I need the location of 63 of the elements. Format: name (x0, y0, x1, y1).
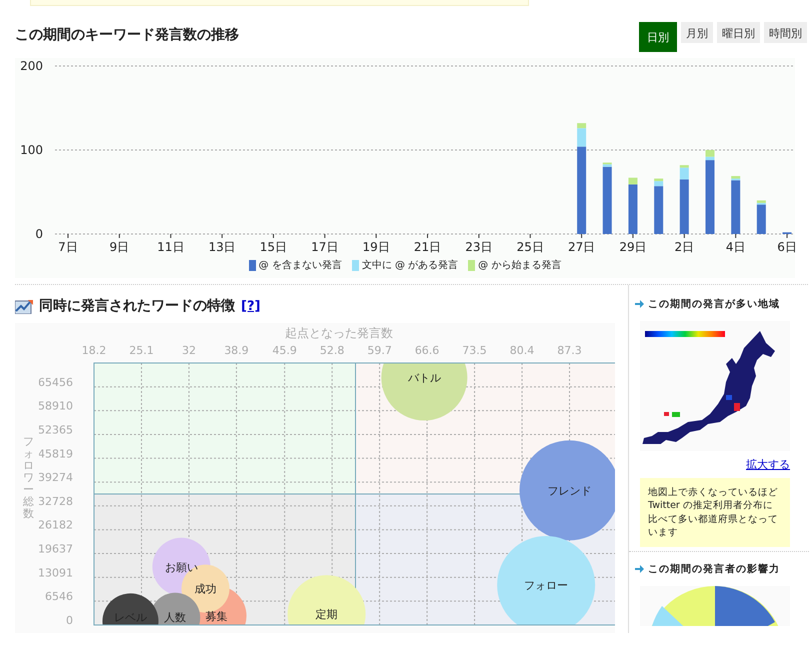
bubble-label: フレンド (548, 484, 592, 498)
axis-label: 4日 (726, 240, 746, 254)
axis-label: 9日 (110, 240, 130, 254)
period-tab[interactable]: 月別 (681, 22, 713, 43)
axis-label: 73.5 (462, 344, 487, 357)
axis-label: 59.7 (367, 344, 392, 357)
map-note: 地図上で赤くなっているほど Twitter の推定利用者分布に比べて多い都道府県となっています (640, 478, 790, 548)
bubble-label: 募集 (206, 610, 228, 623)
bubble-label: 人数 (164, 611, 186, 624)
axis-label: 26182 (39, 518, 73, 532)
axis-title: フォロワー総数 (23, 436, 34, 520)
axis-label: 52365 (39, 423, 73, 436)
section-title: この期間のキーワード発言数の推移 (15, 26, 239, 44)
axis-label: 15日 (260, 240, 288, 254)
legend-label: @ を含まない発言 (258, 258, 342, 272)
period-tab[interactable]: 曜日別 (717, 22, 760, 43)
axis-label: 27日 (568, 240, 596, 254)
axis-label: 0 (35, 227, 43, 241)
bubble-label: 定期 (316, 608, 338, 622)
axis-label: 6546 (45, 590, 73, 604)
axis-label: 66.6 (414, 344, 440, 357)
axis-label: 23日 (465, 240, 493, 254)
axis-label: 0 (66, 614, 73, 627)
bubble-label: お願い (164, 560, 198, 574)
axis-label: 21日 (414, 240, 442, 254)
axis-label: 39274 (39, 471, 73, 484)
bubble-label: フォロー (524, 578, 568, 592)
axis-label: 65456 (39, 376, 73, 389)
axis-label: 25.1 (129, 344, 154, 357)
axis-label: 19日 (362, 240, 390, 254)
axis-label: 52.8 (320, 344, 344, 357)
zoom-link[interactable]: 拡大する (629, 457, 790, 472)
panel-title: この期間の発言が多い地域 (648, 297, 780, 311)
panel-title: この期間の発言者の影響力 (648, 562, 780, 576)
axis-label: 32728 (39, 494, 73, 508)
bubble-label: バトル (408, 372, 441, 385)
axis-label: 58910 (39, 400, 73, 413)
bubble-label: 成功 (194, 582, 216, 596)
axis-label: 13091 (39, 566, 73, 580)
axis-label: 7日 (58, 240, 78, 254)
axis-label: 80.4 (510, 344, 534, 357)
axis-label: 200 (20, 59, 43, 73)
section-title: 同時に発言されたワードの特徴 (39, 297, 235, 315)
axis-label: 11日 (157, 240, 184, 254)
axis-label: 2日 (674, 240, 694, 254)
axis-label: 45.9 (272, 344, 297, 357)
axis-label: 25日 (516, 240, 544, 254)
axis-label: 38.9 (224, 344, 249, 357)
axis-title: 起点となった発言数 (285, 326, 393, 340)
axis-label: 19637 (39, 542, 73, 556)
axis-label: 6日 (777, 240, 795, 254)
axis-label: 100 (20, 143, 43, 157)
period-tab[interactable]: 日別 (639, 22, 677, 52)
axis-label: 13日 (208, 240, 236, 254)
axis-label: 87.3 (557, 344, 582, 357)
legend-label: 文中に @ がある発言 (362, 258, 458, 272)
axis-label: 17日 (311, 240, 338, 254)
period-tab[interactable]: 時間別 (764, 22, 807, 43)
axis-label: 32 (182, 344, 196, 357)
axis-label: 18.2 (82, 344, 106, 357)
legend-label: @ から始まる発言 (478, 258, 562, 272)
help-link[interactable]: [?] (241, 298, 260, 314)
axis-label: 29日 (619, 240, 647, 254)
